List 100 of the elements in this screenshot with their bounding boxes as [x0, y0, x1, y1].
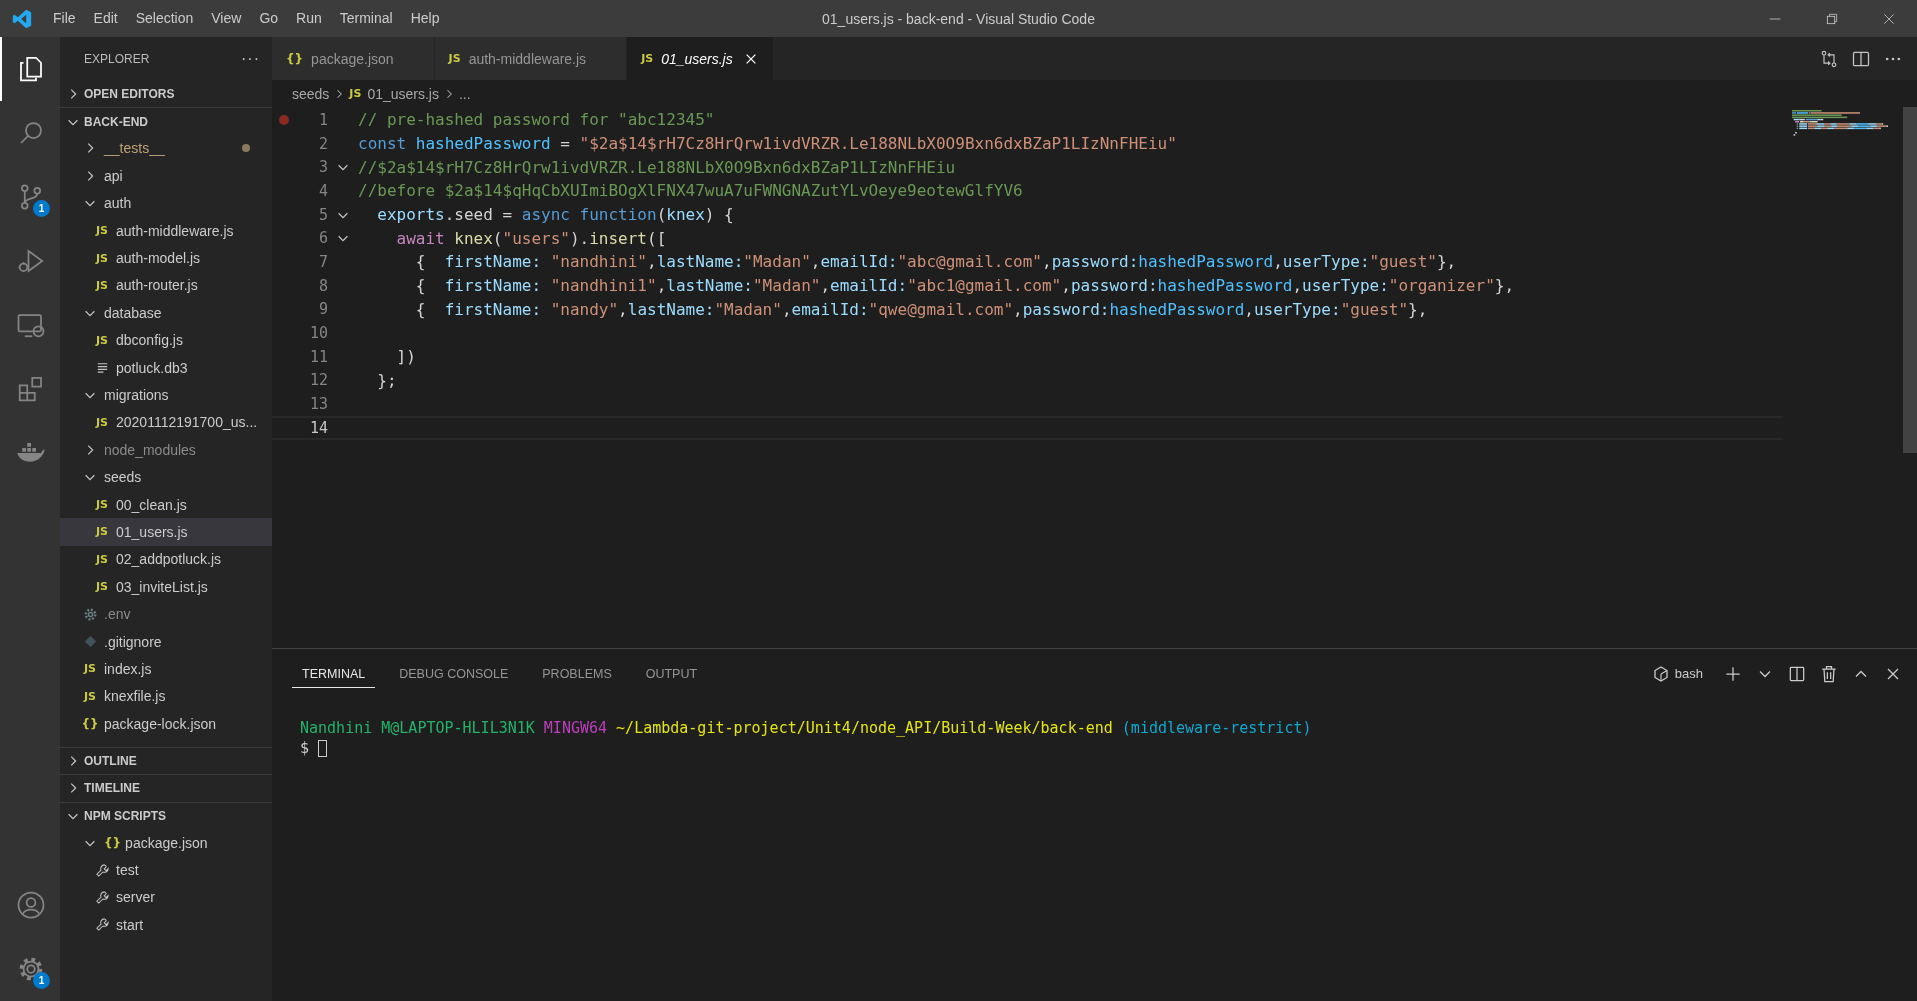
tree-item[interactable]: .gitignore — [60, 627, 272, 656]
js-file-icon: JS — [84, 689, 96, 703]
line-number: 5 — [317, 205, 328, 224]
line-number: 13 — [308, 395, 328, 414]
js-file-icon: JS — [96, 415, 108, 429]
js-file-icon: JS — [96, 525, 108, 539]
section-header[interactable]: OUTLINE — [60, 746, 272, 775]
diamond-icon — [82, 634, 98, 649]
terminal-icon — [1652, 665, 1669, 682]
trash-icon[interactable] — [1819, 663, 1839, 684]
tree-item[interactable]: start — [60, 911, 272, 939]
tree-item[interactable]: node_modules — [60, 436, 272, 464]
json-file-icon: {} — [104, 835, 122, 850]
code-line: const hashedPassword = "$2a$14$rH7Cz8HrQrw1ivdVRZR.Le188NLbX0O9Bxn6dxBZaP1LIzNnFHEiu" — [358, 133, 1177, 156]
section-header[interactable]: TIMELINE — [60, 774, 272, 802]
compare-changes-icon[interactable] — [1819, 48, 1839, 69]
panel-tab[interactable]: DEBUG CONSOLE — [389, 659, 519, 688]
line-number: 14 — [308, 418, 328, 437]
tree-item[interactable]: potluck.db3 — [60, 353, 272, 382]
js-file-icon: JS — [96, 498, 108, 512]
js-file-icon: JS — [349, 87, 362, 100]
tree-item[interactable]: JS 03_inviteList.js — [60, 573, 272, 601]
section-header[interactable]: NPM SCRIPTS — [60, 801, 272, 829]
wrench-icon — [94, 862, 110, 878]
tree-item[interactable]: JS auth-middleware.js — [60, 216, 272, 245]
tree-item[interactable]: JS 20201112191700_us... — [60, 408, 272, 437]
tree-item[interactable]: .env — [60, 600, 272, 628]
code-line: }; — [376, 369, 397, 392]
menu-item[interactable]: Selection — [126, 0, 203, 37]
line-number: 9 — [317, 300, 328, 319]
tree-item[interactable]: api — [60, 162, 272, 190]
wrench-icon — [94, 917, 110, 933]
panel-tab[interactable]: OUTPUT — [635, 659, 708, 688]
menu-item[interactable]: Go — [250, 0, 288, 37]
line-number: 10 — [308, 324, 328, 343]
editor-tab[interactable]: {} package.json — [272, 37, 435, 80]
account-icon[interactable] — [16, 890, 46, 920]
tree-item[interactable]: database — [60, 299, 272, 327]
tree-item[interactable]: JS auth-router.js — [60, 271, 272, 300]
menu-item[interactable]: Run — [287, 0, 331, 37]
js-file-icon: JS — [96, 251, 108, 265]
tree-item[interactable]: seeds — [60, 463, 272, 491]
code-line: // pre-hashed password for "abc12345" — [358, 109, 715, 132]
tree-item[interactable]: JS knexfile.js — [60, 682, 272, 710]
editor-tab[interactable]: JS auth-middleware.js — [434, 37, 628, 80]
breadcrumb-item[interactable]: seeds — [292, 85, 330, 102]
more-actions-button[interactable]: ··· — [241, 49, 260, 68]
menu-item[interactable]: Edit — [84, 0, 127, 37]
breakpoint-dot[interactable] — [279, 114, 289, 125]
tree-item[interactable]: {} package-lock.json — [60, 710, 272, 738]
line-number: 7 — [317, 252, 328, 271]
menu-item[interactable]: View — [202, 0, 251, 37]
tree-item[interactable]: JS index.js — [60, 655, 272, 683]
menu-item[interactable]: Terminal — [330, 0, 402, 37]
tree-item[interactable]: JS auth-model.js — [60, 244, 272, 272]
tree-item[interactable]: JS 01_users.js — [60, 518, 272, 546]
tree-item[interactable]: __tests__ — [60, 134, 272, 163]
wrench-icon — [94, 889, 110, 905]
tree-item[interactable]: JS 02_addpotluck.js — [60, 545, 272, 574]
json-file-icon: {} — [81, 716, 99, 731]
js-file-icon: JS — [448, 52, 461, 65]
line-number: 4 — [317, 181, 328, 200]
code-line: exports.seed = async function(knex) { — [376, 204, 734, 227]
panel-title: EXPLORER — [84, 51, 150, 66]
code-line: { firstName: "nandhini",lastName:"Madan",emailId:"abc@gmail.com",password:hashedPassword,userType:"guest"}, — [414, 251, 1457, 274]
section-header[interactable]: BACK-END — [60, 107, 272, 135]
tree-item[interactable]: JS 00_clean.js — [60, 490, 272, 519]
breadcrumb-item[interactable]: JS 01_users.js — [349, 85, 439, 102]
scrollbar-thumb[interactable] — [1903, 107, 1917, 453]
code-line: //$2a$14$rH7Cz8HrQrw1ivdVRZR.Le188NLbX0O9Bxn6dxBZaP1LIzNnFHEiu — [358, 156, 956, 179]
editor-tab[interactable]: JS 01_users.js — [627, 37, 774, 80]
code-line: //before $2a$14$qHqCbXUImiBOgXlFNX47wuA7uFWNGNAZutYLvOeye9eotewGlfYV6 — [358, 180, 1023, 203]
line-number: 11 — [308, 347, 328, 366]
section-header[interactable]: OPEN EDITORS — [60, 80, 272, 108]
code-line: await knex("users").insert([ — [395, 227, 667, 250]
code-line: ]) — [395, 346, 416, 369]
tree-item[interactable]: auth — [60, 189, 272, 217]
tree-item[interactable]: migrations — [60, 381, 272, 409]
panel-tab[interactable]: PROBLEMS — [532, 659, 622, 688]
gear-icon — [82, 606, 98, 622]
tree-item[interactable]: server — [60, 883, 272, 912]
line-number: 3 — [317, 158, 328, 177]
panel-tab[interactable]: TERMINAL — [292, 659, 376, 688]
line-number: 8 — [317, 276, 328, 295]
js-file-icon: JS — [96, 333, 108, 347]
tree-item[interactable]: {} package.json — [60, 828, 272, 857]
menu-item[interactable]: File — [44, 0, 85, 37]
line-number: 6 — [317, 229, 328, 248]
terminal-selector[interactable]: bash — [1652, 665, 1703, 682]
js-file-icon: JS — [96, 580, 108, 594]
line-number: 12 — [308, 371, 328, 390]
notification-badge: 1 — [33, 200, 50, 217]
tree-item[interactable]: JS dbconfig.js — [60, 326, 272, 354]
js-file-icon: JS — [96, 552, 108, 566]
breadcrumb-item[interactable]: ... — [458, 85, 471, 102]
code-line: { firstName: "nandy",lastName:"Madan",emailId:"qwe@gmail.com",password:hashedPassword,userType:"guest"}, — [414, 298, 1428, 321]
tree-item[interactable]: test — [60, 856, 272, 884]
js-file-icon: JS — [641, 52, 654, 65]
menu-item[interactable]: Help — [401, 0, 449, 37]
window-title: 01_users.js - back-end - Visual Studio Code — [822, 10, 1095, 27]
